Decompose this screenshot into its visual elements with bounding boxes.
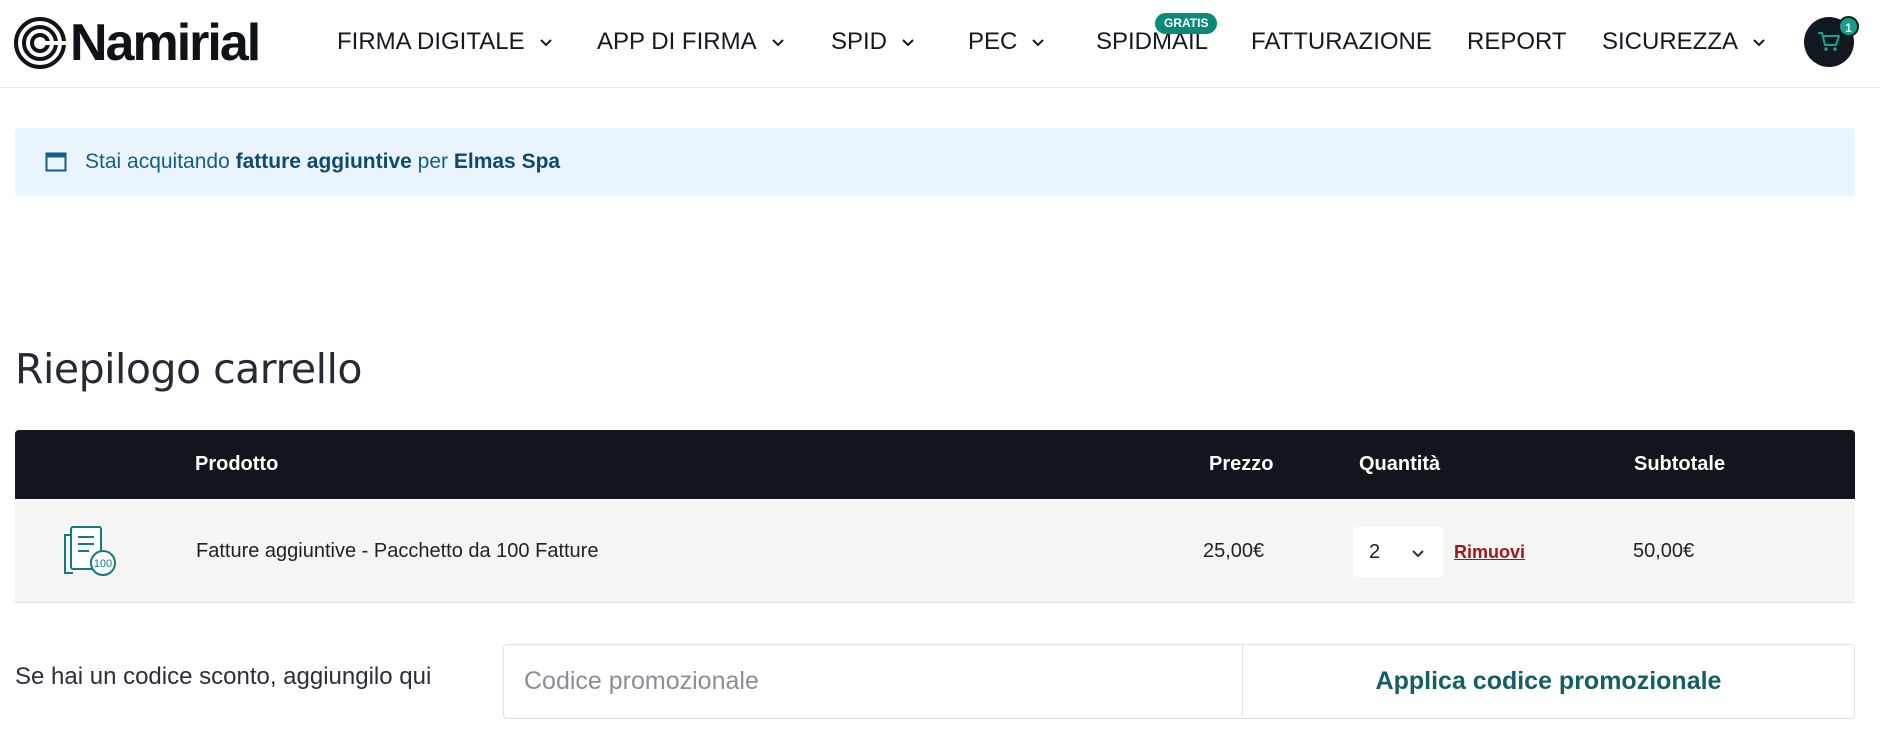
product-subtotal: 50,00€	[1633, 540, 1695, 562]
cart-icon	[1818, 32, 1840, 51]
nav-sicurezza[interactable]: SICUREZZA	[1602, 22, 1768, 62]
column-product: Prodotto	[195, 453, 279, 475]
nav-report[interactable]: REPORT	[1467, 22, 1567, 62]
product-price: 25,00€	[1203, 540, 1265, 562]
column-quantity: Quantità	[1359, 453, 1441, 475]
nav-label: SICUREZZA	[1602, 28, 1739, 55]
purchase-info-banner: Stai acquitando fatture aggiuntive per E…	[15, 128, 1855, 196]
nav-label: PEC	[968, 28, 1018, 55]
nav-firma-digitale[interactable]: FIRMA DIGITALE	[337, 22, 555, 62]
namirial-logo-icon	[14, 17, 66, 69]
nav-label: SPID	[831, 28, 888, 55]
column-price: Prezzo	[1209, 453, 1274, 475]
remove-link[interactable]: Rimuovi	[1454, 499, 1525, 603]
product-name: Fatture aggiuntive - Pacchetto da 100 Fa…	[196, 540, 599, 562]
nav-pec[interactable]: PEC	[968, 22, 1047, 62]
promo-form: Applica codice promozionale	[503, 644, 1855, 719]
site-header: Namirial FIRMA DIGITALE APP DI FIRMA SPI…	[0, 0, 1880, 88]
gratis-badge: GRATIS	[1155, 13, 1218, 34]
namirial-logo[interactable]: Namirial	[14, 14, 261, 72]
nav-spid[interactable]: SPID	[831, 22, 917, 62]
nav-label: REPORT	[1467, 28, 1567, 55]
invoice-icon-label: 100	[94, 558, 112, 570]
banner-company: Elmas Spa	[453, 150, 561, 173]
nav-fatturazione[interactable]: FATTURAZIONE	[1251, 22, 1432, 62]
nav-label: FATTURAZIONE	[1251, 28, 1432, 55]
chevron-down-icon	[902, 39, 914, 47]
banner-product: fatture aggiuntive	[235, 150, 412, 173]
chevron-down-icon	[539, 39, 552, 47]
quantity-select[interactable]: 2	[1353, 527, 1443, 577]
chevron-down-icon	[1032, 39, 1045, 47]
promo-code-input[interactable]	[504, 645, 1242, 718]
cart-table-header: Prodotto Prezzo Quantità Subtotale	[15, 430, 1855, 499]
cart-count-badge: 1	[1838, 16, 1859, 37]
quantity-value: 2	[1369, 540, 1381, 563]
nav-app-di-firma[interactable]: APP DI FIRMA	[597, 22, 787, 62]
chevron-down-icon	[1753, 39, 1765, 47]
column-subtotal: Subtotale	[1634, 453, 1726, 475]
window-icon	[45, 152, 67, 172]
page-title: Riepilogo carrello	[15, 345, 363, 393]
chevron-down-icon	[771, 39, 784, 47]
logo-text: Namirial	[70, 14, 261, 72]
banner-prefix: Stai acquitando	[85, 150, 230, 173]
banner-text: Stai acquitando fatture aggiuntive per E…	[85, 150, 560, 174]
apply-promo-button[interactable]: Applica codice promozionale	[1243, 645, 1854, 718]
banner-middle: per	[417, 150, 449, 173]
cart-item-row: 100 Fatture aggiuntive - Pacchetto da 10…	[15, 499, 1855, 603]
promo-label: Se hai un codice sconto, aggiungilo qui	[15, 663, 432, 690]
nav-label: APP DI FIRMA	[597, 28, 757, 55]
chevron-down-icon	[1412, 550, 1424, 558]
invoice-100-icon: 100	[64, 526, 116, 576]
nav-label: FIRMA DIGITALE	[337, 28, 525, 55]
